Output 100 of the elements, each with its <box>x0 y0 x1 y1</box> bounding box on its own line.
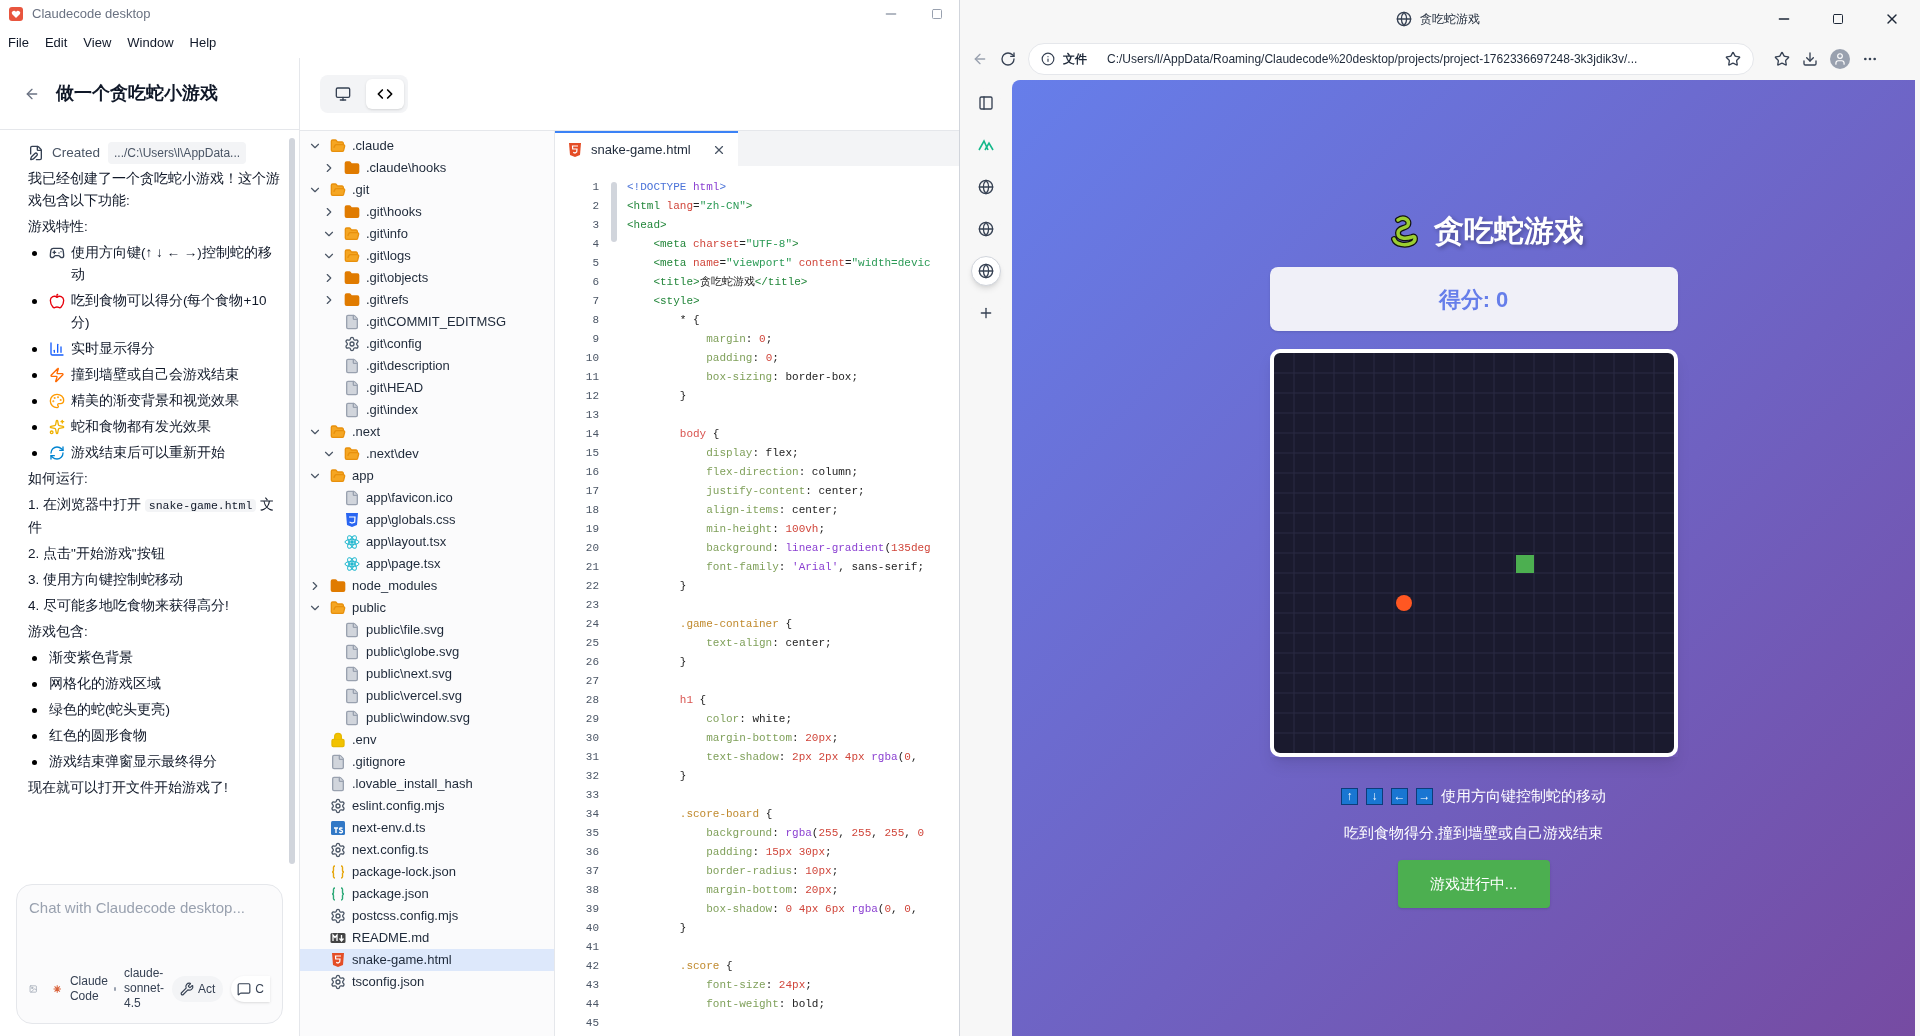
mode-button[interactable]: Act <box>172 975 224 1002</box>
file-icon <box>344 358 360 374</box>
line-number: 16 <box>585 465 599 480</box>
folder-icon <box>330 424 346 440</box>
folder-icon <box>344 160 360 176</box>
file-tree-item[interactable]: .git\info <box>300 223 554 245</box>
file-tree-item[interactable]: .git\logs <box>300 245 554 267</box>
tabs-icon <box>978 95 994 111</box>
line-number: 31 <box>585 750 599 765</box>
file-tree-item[interactable]: .next <box>300 421 554 443</box>
file-tree-item[interactable]: public\globe.svg <box>300 641 554 663</box>
file-edit-icon <box>28 145 44 161</box>
code-line: } <box>678 922 687 934</box>
list-item-text: 撞到墙壁或自己会游戏结束 <box>71 366 239 384</box>
line-number: 45 <box>585 1016 599 1031</box>
file-tree-item[interactable]: snake-game.html <box>300 949 554 971</box>
file-tree-item[interactable]: .git\HEAD <box>300 377 554 399</box>
file-icon <box>344 622 360 638</box>
file-tree-item[interactable]: app\layout.tsx <box>300 531 554 553</box>
file-tree-item[interactable]: .gitignore <box>300 751 554 773</box>
download-icon[interactable] <box>1802 51 1818 67</box>
menu-item[interactable]: File <box>8 33 29 53</box>
chat-input-field[interactable]: Chat with Claudecode desktop... <box>29 897 270 920</box>
file-tree-item[interactable]: .env <box>300 729 554 751</box>
file-tree-item[interactable]: app <box>300 465 554 487</box>
editor-scrollbar[interactable] <box>611 182 617 242</box>
file-tree-item[interactable]: app\globals.css <box>300 509 554 531</box>
menu-item[interactable]: Help <box>189 33 217 53</box>
menu-item[interactable]: Edit <box>44 33 68 53</box>
folder-icon <box>344 226 360 242</box>
file-tree-item[interactable]: package-lock.json <box>300 861 554 883</box>
file-tree-item[interactable]: public\vercel.svg <box>300 685 554 707</box>
file-tree-item[interactable]: public\file.svg <box>300 619 554 641</box>
file-tree-item[interactable]: README.md <box>300 927 554 949</box>
address-bar[interactable]: 文件 C:/Users/l/AppData/Roaming/Claudecode%20desktop/projects/project-1762336697248-3k3jdik3v/... <box>1028 43 1754 75</box>
agent-label[interactable]: Claude Code <box>69 973 106 1004</box>
file-tree-item[interactable]: .git\refs <box>300 289 554 311</box>
file-tree-item[interactable]: .claude <box>300 135 554 157</box>
file-tree-item[interactable]: .next\dev <box>300 443 554 465</box>
file-tree-item[interactable]: tsconfig.json <box>300 971 554 993</box>
file-tree-item[interactable]: .git\description <box>300 355 554 377</box>
settings-icon <box>330 842 346 858</box>
refresh-icon[interactable] <box>1000 51 1016 67</box>
file-tree-item[interactable]: .lovable_install_hash <box>300 773 554 795</box>
file-tree-item[interactable]: package.json <box>300 883 554 905</box>
file-tree-item[interactable]: .git\COMMIT_EDITMSG <box>300 311 554 333</box>
window-title: Claudecode desktop <box>32 5 151 24</box>
globe-icon <box>1396 11 1412 27</box>
file-tree-item[interactable]: .claude\hooks <box>300 157 554 179</box>
menu-item[interactable]: Window <box>127 33 174 53</box>
file-tree-item[interactable]: public\window.svg <box>300 707 554 729</box>
apple-icon <box>49 293 65 309</box>
chat-title: 做一个贪吃蛇小游戏 <box>56 82 218 105</box>
code-line: * { <box>678 314 700 326</box>
file-tree-item[interactable]: node_modules <box>300 575 554 597</box>
line-number: 13 <box>585 408 599 423</box>
chat-mode-button[interactable]: C <box>231 975 270 1002</box>
mountain-logo-icon <box>978 137 994 153</box>
code-line: align-items: center; <box>705 504 839 516</box>
file-path-chip[interactable]: .../C:\Users\l\AppData... <box>108 142 247 164</box>
file-tree-item[interactable]: .git <box>300 179 554 201</box>
arrow-key: → <box>1416 787 1433 805</box>
code-line: } <box>678 580 687 592</box>
file-tree-item[interactable]: public\next.svg <box>300 663 554 685</box>
model-label[interactable]: claude-sonnet-4.5 <box>124 966 164 1011</box>
scrollbar[interactable] <box>289 138 295 864</box>
file-tree-item[interactable]: postcss.config.mjs <box>300 905 554 927</box>
file-tree-item[interactable]: .git\objects <box>300 267 554 289</box>
list-item-text: 游戏结束后可以重新开始 <box>71 444 225 462</box>
code-view-button[interactable] <box>366 79 404 109</box>
file-tree-item[interactable]: next-env.d.ts <box>300 817 554 839</box>
favorites-icon[interactable] <box>1774 51 1790 67</box>
file-tree-item[interactable]: .git\hooks <box>300 201 554 223</box>
code-line: justify-content: center; <box>705 485 865 497</box>
file-tree-item[interactable]: next.config.ts <box>300 839 554 861</box>
globe-icon <box>978 263 994 279</box>
file-tree-item[interactable]: eslint.config.mjs <box>300 795 554 817</box>
line-number: 38 <box>585 883 599 898</box>
html-file-icon <box>567 141 583 158</box>
sidebar-button[interactable] <box>971 256 1001 286</box>
line-number: 1 <box>592 180 599 195</box>
line-number: 20 <box>585 541 599 556</box>
code-line: min-height: 100vh; <box>705 523 826 535</box>
file-tree-item[interactable]: app\page.tsx <box>300 553 554 575</box>
menu-item[interactable]: View <box>83 33 112 53</box>
code-line: font-weight: bold; <box>705 998 826 1010</box>
section-heading: 游戏包含: <box>28 623 89 641</box>
file-tree-item[interactable]: public <box>300 597 554 619</box>
code-line: margin-bottom: 20px; <box>705 884 839 896</box>
editor-tab[interactable]: snake-game.html <box>555 131 738 166</box>
file-tree-item[interactable]: app\favicon.ico <box>300 487 554 509</box>
file-tree-item[interactable]: .git\config <box>300 333 554 355</box>
code-line: font-family: 'Arial', sans-serif; <box>705 561 925 573</box>
line-number: 2 <box>592 199 599 214</box>
file-icon <box>344 666 360 682</box>
maximize-icon[interactable] <box>1832 13 1844 25</box>
code-line: } <box>678 770 687 782</box>
code-line: h1 { <box>678 694 707 706</box>
plus-icon <box>978 305 994 321</box>
file-tree-item[interactable]: .git\index <box>300 399 554 421</box>
